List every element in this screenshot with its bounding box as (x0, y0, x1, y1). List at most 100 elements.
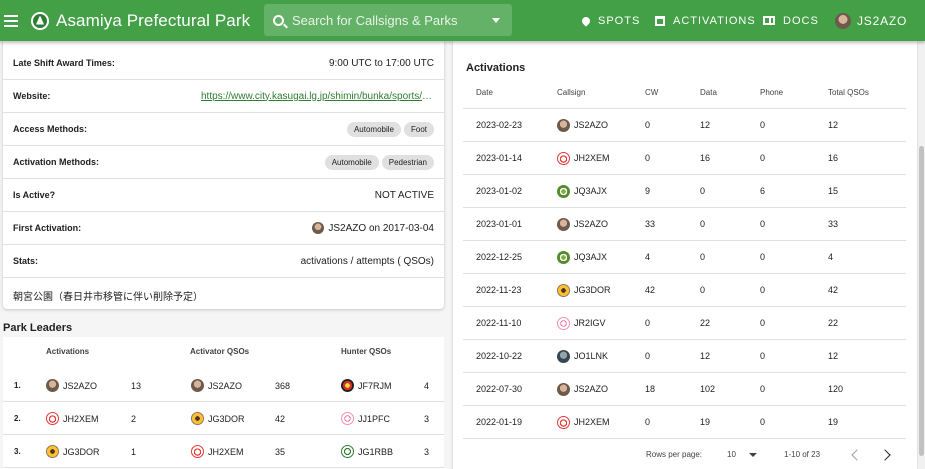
calendar-icon (655, 15, 665, 26)
activation-row[interactable]: 2022-10-22 JO1LNK 0 12 0 12 (463, 340, 906, 373)
website-link[interactable]: https://www.city.kasugai.lg.jp/shimin/bu… (201, 91, 434, 102)
rows-per-page-label: Rows per page: (646, 450, 703, 459)
detail-label: Website: (13, 91, 51, 101)
activation-row[interactable]: 2023-01-14 JH2XEM 0 16 0 16 (463, 142, 906, 175)
activation-callsign[interactable]: JS2AZO (557, 109, 608, 141)
nav-user[interactable]: JS2AZO (835, 0, 907, 41)
leader-aq-call[interactable]: JG3DOR (191, 402, 245, 435)
activation-row[interactable]: 2022-12-25 JQ3AJX 4 0 0 4 (463, 241, 906, 274)
col-header-data[interactable]: Data (700, 88, 717, 97)
activations-card: Activations Date Callsign CW Data Phone … (453, 41, 917, 469)
callsign-link[interactable]: JS2AZO (574, 384, 608, 394)
activation-callsign[interactable]: JG3DOR (557, 274, 611, 306)
chevron-left-icon[interactable] (851, 449, 863, 461)
detail-row-website: Website: https://www.city.kasugai.lg.jp/… (3, 80, 444, 113)
activation-phone: 0 (760, 351, 766, 361)
chevron-down-icon[interactable] (492, 18, 500, 23)
callsign-link[interactable]: JH2XEM (574, 153, 610, 163)
callsign-link[interactable]: JQ3AJX (574, 186, 607, 196)
activation-callsign[interactable]: JQ3AJX (557, 241, 607, 273)
callsign-link[interactable]: JR2IGV (574, 318, 606, 328)
activation-callsign[interactable]: JR2IGV (557, 307, 606, 339)
callsign-link[interactable]: JS2AZO (574, 219, 608, 229)
detail-row-first-activation: First Activation: JS2AZO on 2017-03-04 (3, 212, 444, 245)
avatar (341, 445, 354, 458)
leader-activator-call[interactable]: JG3DOR (46, 435, 100, 468)
leader-row: 1. JS2AZO 13 JS2AZO 368 JF7RJM 4 (3, 369, 444, 402)
detail-row-stats: Stats: activations / attempts ( QSOs) (3, 245, 444, 278)
nav-spots[interactable]: SPOTS (580, 0, 640, 41)
activation-total: 12 (828, 120, 839, 130)
activation-row[interactable]: 2022-07-30 JS2AZO 18 102 0 120 (463, 373, 906, 406)
activation-date: 2022-10-22 (476, 351, 523, 361)
leader-hq-call[interactable]: JG1RBB (341, 435, 393, 468)
page-scrollbar[interactable] (918, 41, 925, 469)
nav-docs[interactable]: DOCS (763, 0, 819, 41)
chevron-right-icon[interactable] (879, 449, 891, 461)
callsign-link[interactable]: JS2AZO (208, 381, 242, 391)
scrollbar-thumb[interactable] (919, 146, 924, 456)
leader-aq-call[interactable]: JH2XEM (191, 435, 244, 468)
activations-title: Activations (466, 62, 526, 74)
callsign-link[interactable]: JQ3AJX (574, 252, 607, 262)
chip-pedestrian: Pedestrian (381, 154, 434, 170)
park-logo-icon[interactable] (31, 11, 49, 30)
activation-cw: 42 (645, 285, 656, 295)
nav-activations-label: ACTIVATIONS (673, 14, 756, 27)
activation-total: 19 (828, 417, 839, 427)
col-header-callsign[interactable]: Callsign (557, 88, 585, 97)
callsign-link[interactable]: JF7RJM (358, 381, 392, 391)
callsign-link[interactable]: JG3DOR (574, 285, 611, 295)
menu-icon[interactable] (4, 14, 18, 27)
avatar (557, 184, 570, 198)
activation-callsign[interactable]: JS2AZO (557, 373, 608, 405)
search-input[interactable]: Search for Callsigns & Parks (264, 4, 512, 36)
callsign-link[interactable]: JS2AZO (574, 120, 608, 130)
col-header-cw[interactable]: CW (645, 88, 658, 97)
rows-per-page-select[interactable]: 10 (727, 450, 757, 459)
search-placeholder: Search for Callsigns & Parks (292, 12, 458, 28)
avatar (557, 151, 570, 165)
leader-row: 2. JH2XEM 2 JG3DOR 42 JJ1PFC 3 (3, 402, 444, 435)
activation-cw: 4 (645, 252, 651, 262)
leader-activator-call[interactable]: JH2XEM (46, 402, 99, 435)
leader-rank: 1. (14, 381, 21, 390)
activation-row[interactable]: 2023-01-02 JQ3AJX 9 0 6 15 (463, 175, 906, 208)
col-header-date[interactable]: Date (476, 88, 493, 97)
activation-callsign[interactable]: JH2XEM (557, 142, 610, 174)
callsign-link[interactable]: JH2XEM (574, 417, 610, 427)
nav-activations[interactable]: ACTIVATIONS (655, 0, 756, 41)
callsign-link[interactable]: JS2AZO (63, 381, 97, 391)
callsign-link[interactable]: JH2XEM (63, 414, 99, 424)
activation-total: 12 (828, 351, 839, 361)
avatar (557, 217, 570, 231)
activation-callsign[interactable]: JO1LNK (557, 340, 608, 372)
activation-row[interactable]: 2022-01-19 JH2XEM 0 19 0 19 (463, 406, 906, 439)
detail-value[interactable]: JS2AZO on 2017-03-04 (328, 223, 434, 234)
leader-hq-call[interactable]: JJ1PFC (341, 402, 390, 435)
col-header-total[interactable]: Total QSOs (828, 88, 869, 97)
col-header-phone[interactable]: Phone (760, 88, 783, 97)
activation-callsign[interactable]: JQ3AJX (557, 175, 607, 207)
activation-row[interactable]: 2022-11-10 JR2IGV 0 22 0 22 (463, 307, 906, 340)
activation-callsign[interactable]: JS2AZO (557, 208, 608, 240)
leader-hq-call[interactable]: JF7RJM (341, 369, 392, 402)
leader-aq-call[interactable]: JS2AZO (191, 369, 242, 402)
activation-row[interactable]: 2023-01-01 JS2AZO 33 0 0 33 (463, 208, 906, 241)
activation-row[interactable]: 2022-11-23 JG3DOR 42 0 0 42 (463, 274, 906, 307)
callsign-link[interactable]: JG3DOR (208, 414, 245, 424)
callsign-link[interactable]: JG1RBB (358, 447, 393, 457)
park-details-card: Late Shift Award Times: 9:00 UTC to 17:0… (3, 41, 444, 309)
leader-activator-call[interactable]: JS2AZO (46, 369, 97, 402)
detail-label: Access Methods: (13, 124, 88, 134)
callsign-link[interactable]: JO1LNK (574, 351, 608, 361)
activation-row[interactable]: 2023-02-23 JS2AZO 0 12 0 12 (463, 109, 906, 142)
park-leaders-title: Park Leaders (3, 322, 73, 334)
avatar (341, 379, 354, 392)
detail-value: 9:00 UTC to 17:00 UTC (328, 57, 434, 69)
callsign-link[interactable]: JH2XEM (208, 447, 244, 457)
callsign-link[interactable]: JJ1PFC (358, 414, 390, 424)
activation-callsign[interactable]: JH2XEM (557, 406, 610, 438)
callsign-link[interactable]: JG3DOR (63, 447, 100, 457)
activation-cw: 9 (645, 186, 651, 196)
